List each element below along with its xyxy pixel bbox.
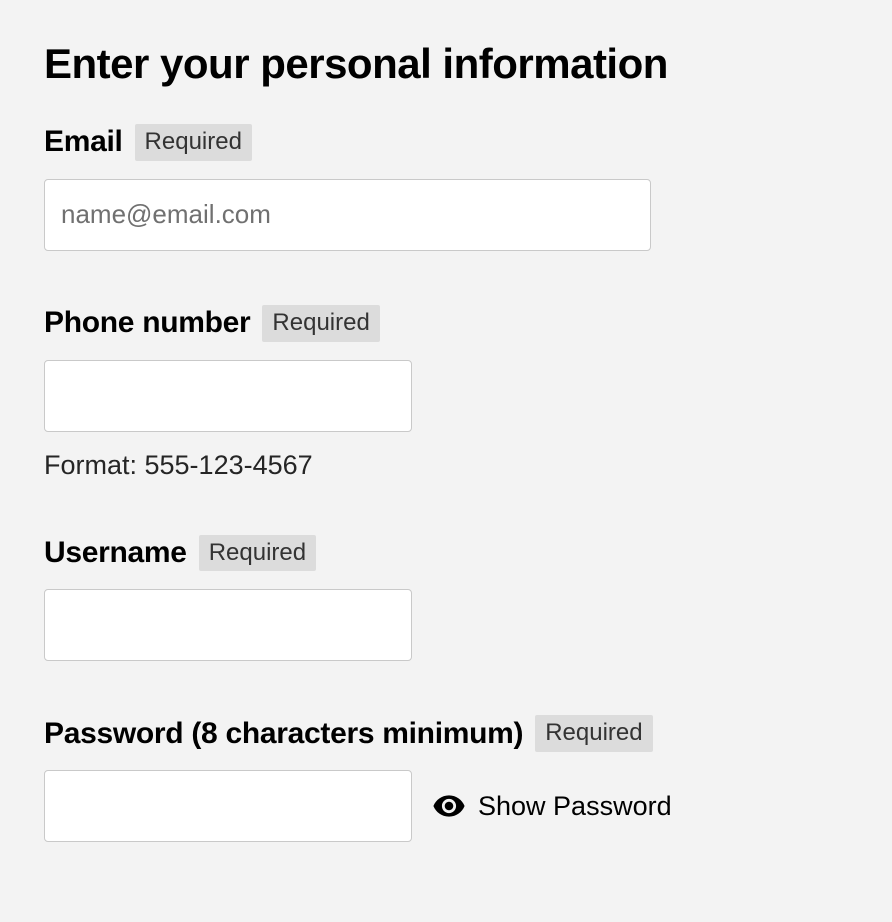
phone-required-badge: Required: [262, 305, 379, 342]
password-input-row: Show Password: [44, 770, 848, 842]
password-label-row: Password (8 characters minimum) Required: [44, 715, 848, 752]
password-label: Password (8 characters minimum): [44, 717, 523, 751]
email-field-block: Email Required: [44, 124, 848, 251]
email-required-badge: Required: [135, 124, 252, 161]
show-password-label: Show Password: [478, 791, 672, 822]
page-title: Enter your personal information: [44, 40, 848, 88]
phone-helper-text: Format: 555-123-4567: [44, 450, 848, 481]
phone-field-block: Phone number Required Format: 555-123-45…: [44, 305, 848, 481]
eye-icon: [432, 789, 466, 823]
email-input[interactable]: [44, 179, 651, 251]
phone-label: Phone number: [44, 306, 250, 340]
show-password-toggle[interactable]: Show Password: [432, 789, 672, 823]
phone-input[interactable]: [44, 360, 412, 432]
phone-label-row: Phone number Required: [44, 305, 848, 342]
password-field-block: Password (8 characters minimum) Required…: [44, 715, 848, 842]
username-label: Username: [44, 536, 187, 570]
password-input[interactable]: [44, 770, 412, 842]
username-field-block: Username Required: [44, 535, 848, 662]
email-label: Email: [44, 125, 123, 159]
email-label-row: Email Required: [44, 124, 848, 161]
username-required-badge: Required: [199, 535, 316, 572]
username-label-row: Username Required: [44, 535, 848, 572]
username-input[interactable]: [44, 589, 412, 661]
password-required-badge: Required: [535, 715, 652, 752]
